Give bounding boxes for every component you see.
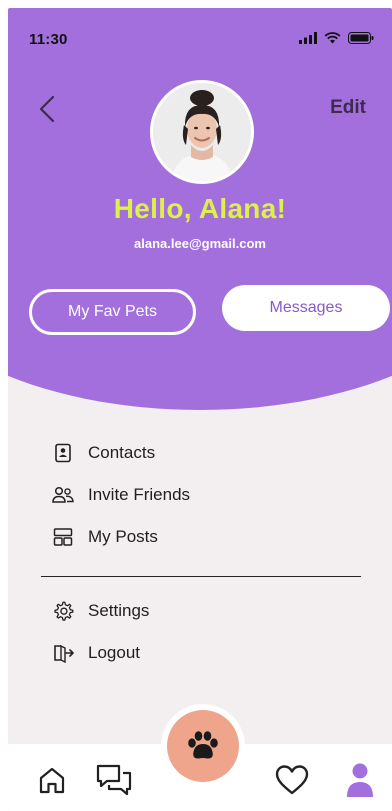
status-icons [299,32,374,44]
menu-item-label: Contacts [88,443,156,462]
fab-circle [167,710,239,782]
my-fav-pets-button[interactable]: My Fav Pets [29,289,196,335]
profile-screen: 11:30 Edit Hello, Alana! alana.lee@gmail… [8,8,392,811]
battery-icon [348,32,374,44]
menu-divider [41,576,361,577]
chat-icon [96,764,132,796]
status-time: 11:30 [29,31,68,48]
back-button[interactable] [34,94,60,124]
tab-chat[interactable] [93,760,135,800]
profile-icon [347,763,373,797]
avatar-image [153,83,251,181]
users-icon [52,484,74,506]
layout-icon [52,526,74,548]
signal-icon [299,32,317,44]
pets-fab-button[interactable] [161,704,245,788]
menu-item-settings[interactable]: Settings [52,600,149,622]
heart-icon [275,765,309,795]
chevron-left-icon [39,95,55,123]
avatar[interactable] [150,80,254,184]
tab-home[interactable] [34,762,70,798]
paw-icon [188,731,218,759]
menu-item-label: My Posts [88,527,158,546]
menu-item-logout[interactable]: Logout [52,642,140,664]
gear-icon [52,600,74,622]
edit-button[interactable]: Edit [330,97,366,119]
messages-button[interactable]: Messages [222,285,390,331]
tab-profile[interactable] [342,760,378,800]
menu-item-contacts[interactable]: Contacts [52,442,155,464]
user-email: alana.lee@gmail.com [134,236,266,251]
contacts-icon [52,442,74,464]
status-bar: 11:30 [8,8,392,48]
greeting-title: Hello, Alana! [113,193,287,224]
menu-item-label: Settings [88,601,150,620]
home-icon [39,767,65,794]
menu-item-label: Logout [88,643,140,662]
logout-icon [52,642,74,664]
menu-item-label: Invite Friends [88,485,191,504]
menu-item-my-posts[interactable]: My Posts [52,526,158,548]
tab-favorites[interactable] [272,762,312,798]
wifi-icon [324,32,341,44]
menu-item-invite-friends[interactable]: Invite Friends [52,484,190,506]
